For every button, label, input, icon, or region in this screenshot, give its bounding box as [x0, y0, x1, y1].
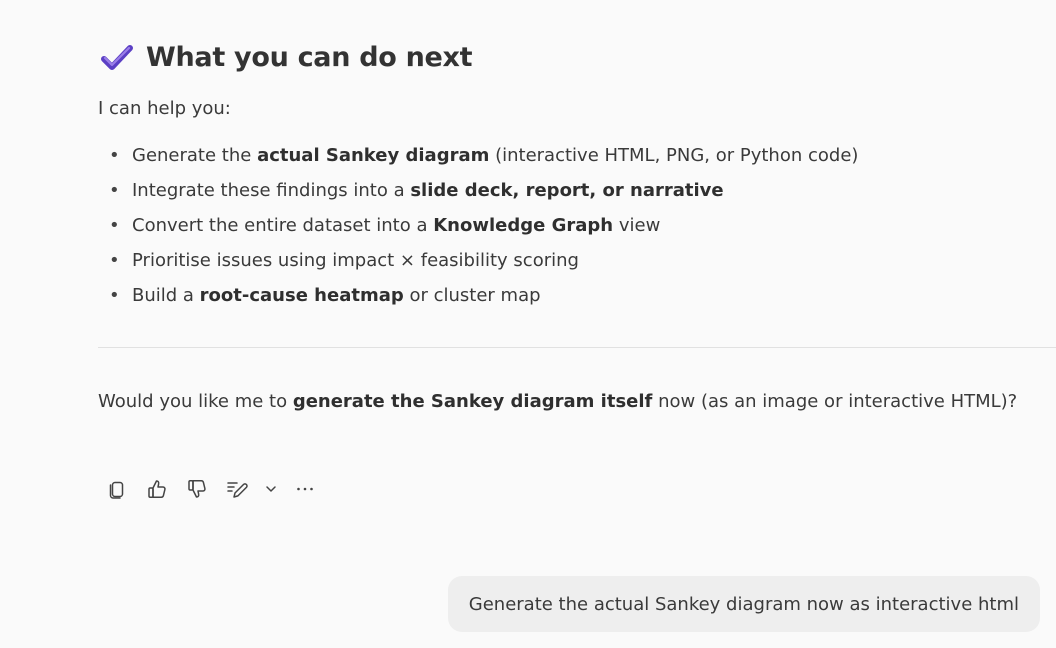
- message-actions: [100, 474, 322, 504]
- follow-up-question: Would you like me to generate the Sankey…: [98, 391, 1017, 412]
- list-item-text: Convert the entire dataset into a: [132, 215, 434, 236]
- list-item: Prioritise issues using impact × feasibi…: [98, 245, 858, 280]
- dislike-button[interactable]: [180, 474, 214, 504]
- question-text: now (as an image or interactive HTML)?: [652, 391, 1018, 412]
- chevron-down-icon: [266, 486, 276, 492]
- list-item-bold: Knowledge Graph: [433, 215, 614, 236]
- question-bold: generate the Sankey diagram itself: [292, 391, 653, 412]
- options-list: Generate the actual Sankey diagram (inte…: [98, 140, 858, 315]
- list-item: Convert the entire dataset into a Knowle…: [98, 210, 858, 245]
- chat-page: What you can do next I can help you: Gen…: [0, 0, 1056, 648]
- question-text: Would you like me to: [98, 391, 293, 412]
- list-item: Integrate these findings into a slide de…: [98, 175, 858, 210]
- more-button[interactable]: [288, 474, 322, 504]
- list-item-bold: root-cause heatmap: [199, 285, 404, 306]
- edit-button[interactable]: [220, 474, 254, 504]
- list-item-text: Integrate these findings into a: [132, 180, 411, 201]
- section-divider: [98, 347, 1056, 348]
- copy-icon: [109, 481, 124, 499]
- list-item-text: Generate the: [132, 145, 258, 166]
- edit-options-dropdown[interactable]: [260, 474, 282, 504]
- intro-text: I can help you:: [98, 98, 231, 119]
- thumbs-down-icon: [188, 480, 206, 498]
- thumbs-up-icon: [148, 480, 166, 498]
- list-item: Generate the actual Sankey diagram (inte…: [98, 140, 858, 175]
- user-message-text: Generate the actual Sankey diagram now a…: [468, 593, 1019, 615]
- checkmark-icon: [101, 45, 133, 70]
- list-item-text: view: [613, 215, 661, 236]
- list-item-text: Prioritise issues using impact × feasibi…: [132, 250, 579, 271]
- user-message-bubble: Generate the actual Sankey diagram now a…: [447, 576, 1040, 632]
- list-item-text: Build a: [132, 285, 200, 306]
- edit-pen-icon: [227, 482, 248, 498]
- list-item-bold: actual Sankey diagram: [257, 145, 490, 166]
- like-button[interactable]: [140, 474, 174, 504]
- copy-button[interactable]: [100, 474, 134, 504]
- more-ellipsis-icon: [297, 487, 313, 491]
- section-title: What you can do next: [146, 41, 473, 73]
- list-item: Build a root-cause heatmap or cluster ma…: [98, 280, 858, 315]
- list-item-text: (interactive HTML, PNG, or Python code): [489, 145, 859, 166]
- section-heading: What you can do next: [100, 40, 473, 74]
- list-item-bold: slide deck, report, or narrative: [410, 180, 724, 201]
- list-item-text: or cluster map: [403, 285, 541, 306]
